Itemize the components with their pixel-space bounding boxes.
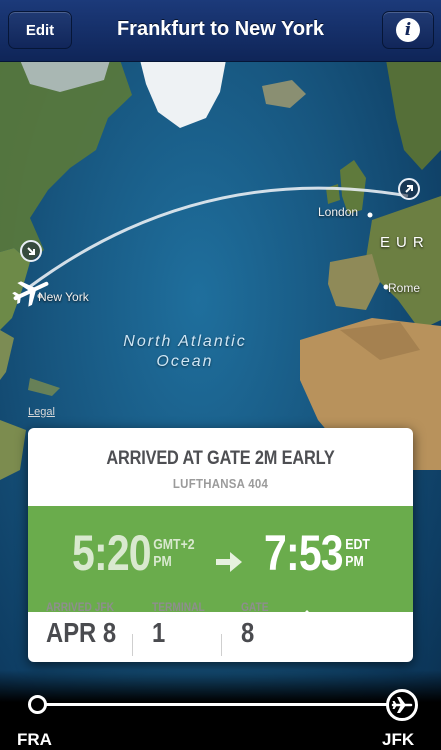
arrival-ampm: PM — [345, 553, 364, 570]
flight-progress: FRA JFK — [0, 670, 441, 750]
info-icon: i — [396, 18, 420, 42]
gate-value: 8 — [241, 617, 255, 648]
terminal-label: TERMINAL — [152, 600, 205, 614]
origin-pin[interactable] — [398, 178, 420, 200]
arrow-up-right-icon — [405, 185, 413, 193]
origin-marker — [28, 695, 47, 714]
departure-time-value: 5:20 — [72, 525, 152, 581]
flight-details: ARRIVED JFK APR 8 TERMINAL 1 GATE 8 — [28, 600, 413, 662]
flight-status-card[interactable]: ARRIVED AT GATE 2M EARLY LUFTHANSA 404 5… — [28, 428, 413, 662]
navigation-bar: Edit Frankfurt to New York i — [0, 0, 441, 62]
flight-number: LUFTHANSA 404 — [172, 476, 269, 491]
departure-time: 5:20 GMT+2 PM — [72, 526, 195, 580]
origin-code: FRA — [17, 730, 52, 749]
details-divider — [132, 634, 133, 656]
ocean-label-line1: North Atlantic — [123, 333, 247, 350]
destination-code: JFK — [382, 730, 415, 749]
arrival-date-label: ARRIVED JFK — [46, 600, 115, 614]
time-band: 5:20 GMT+2 PM 7:53 EDT PM — [28, 506, 413, 619]
departure-ampm: PM — [153, 553, 172, 570]
details-divider — [221, 634, 222, 656]
info-button[interactable]: i — [382, 11, 434, 49]
plane-marker-icon[interactable] — [10, 274, 52, 308]
arrival-timezone: EDT — [345, 536, 370, 553]
flight-status: ARRIVED AT GATE 2M EARLY — [106, 448, 335, 469]
progress-track — [46, 703, 390, 706]
destination-pin[interactable] — [20, 240, 42, 262]
legal-link[interactable]: Legal — [28, 406, 55, 418]
arrow-down-right-icon — [27, 247, 35, 255]
airplane-icon — [391, 697, 413, 713]
arrival-date-value: APR 8 — [46, 617, 117, 648]
map-label-london: London — [318, 205, 359, 219]
gate-label: GATE — [241, 600, 269, 614]
map-label-ocean: North Atlantic Ocean — [96, 332, 274, 372]
terminal-column: TERMINAL 1 — [152, 600, 214, 649]
progress-plane[interactable] — [386, 689, 418, 721]
page-title: Frankfurt to New York — [116, 18, 325, 40]
arrival-date-column: ARRIVED JFK APR 8 — [46, 600, 128, 649]
map-label-europe: EUR — [380, 234, 430, 251]
terminal-value: 1 — [152, 617, 166, 648]
arrival-time-value: 7:53 — [264, 525, 344, 581]
map-label-rome: Rome — [388, 281, 421, 295]
departure-timezone: GMT+2 — [153, 536, 195, 553]
ocean-label-line2: Ocean — [156, 353, 214, 370]
gate-column: GATE 8 — [241, 600, 273, 649]
arrival-time: 7:53 EDT PM — [264, 526, 370, 580]
arrow-right-icon — [216, 552, 242, 572]
